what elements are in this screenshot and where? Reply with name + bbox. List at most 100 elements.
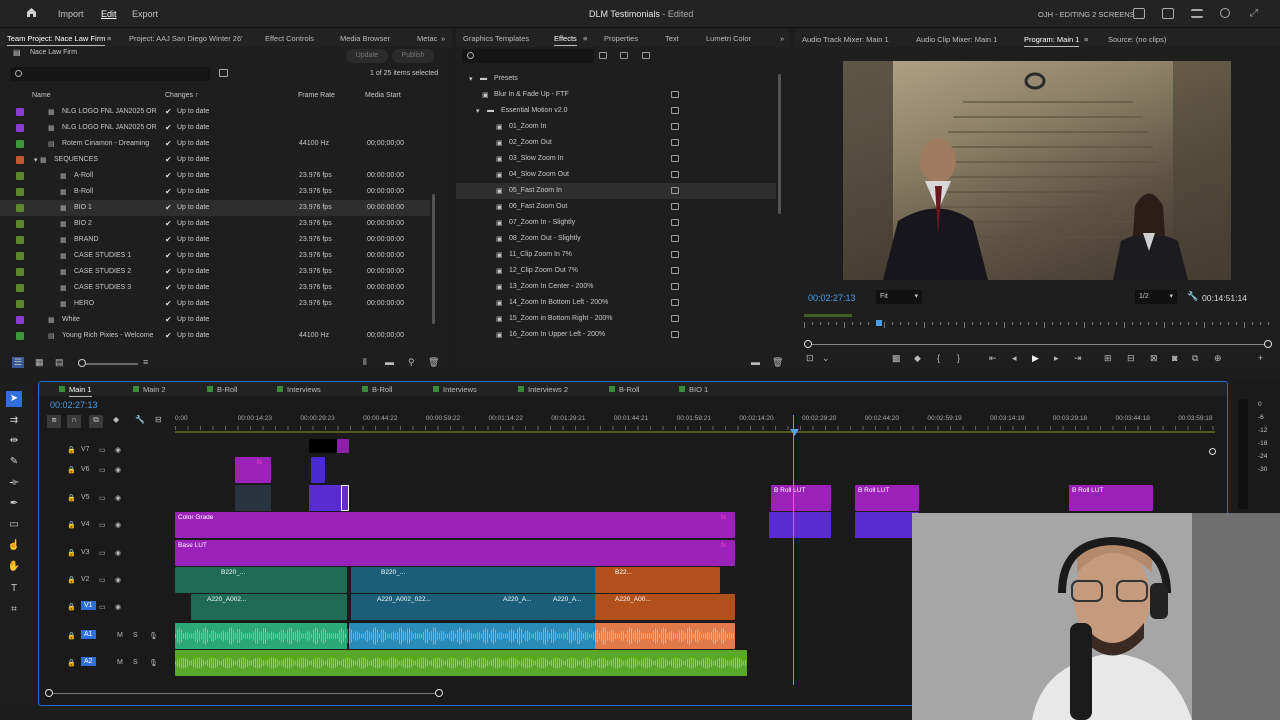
timeline-ruler[interactable]: 0:00 00:00:14:23 00:00:29:23 00:00:44:22 00:… xyxy=(175,415,1215,437)
project-row[interactable]: ▤ Rotem Cinamon - Dreaming ✔ Up to date 4410… xyxy=(0,136,430,152)
label-color-swatch[interactable] xyxy=(16,140,24,148)
clip-v1-a[interactable]: A220_A002... xyxy=(191,594,347,620)
slip-icon[interactable]: ⟛ xyxy=(6,475,22,491)
label-color-swatch[interactable] xyxy=(16,316,24,324)
lock-icon[interactable]: 🔒 xyxy=(67,632,76,640)
timeline-scrollbar[interactable] xyxy=(45,689,443,697)
effect-item[interactable]: ▣ 11_Clip Zoom In 7% xyxy=(456,247,776,263)
clip-v6-b[interactable] xyxy=(311,457,325,483)
menu-edit[interactable]: Edit xyxy=(101,9,117,19)
scrollbar[interactable] xyxy=(432,194,435,324)
new-bin-icon[interactable] xyxy=(219,69,228,77)
eye-icon[interactable]: ◉ xyxy=(115,521,121,529)
tab-menu-icon[interactable]: ≡ xyxy=(107,34,111,43)
search-icon[interactable] xyxy=(1220,8,1230,18)
project-row[interactable]: ▦ BRAND ✔ Up to date 23.976 fps 00:00:00:00 xyxy=(0,232,430,248)
linked-selection-icon[interactable]: ⧉ xyxy=(89,415,103,428)
tab-audio-track-mixer[interactable]: Audio Track Mixer: Main 1 xyxy=(802,35,889,44)
tab-project-aaj[interactable]: Project: AAJ San Diego Winter 26' xyxy=(129,34,243,43)
scrub-end-handle[interactable] xyxy=(1264,340,1272,348)
sync-lock-icon[interactable]: ▭ xyxy=(99,494,106,502)
timeline-tab[interactable]: B-Roll xyxy=(372,385,392,394)
project-row[interactable]: ▦ BIO 1 ✔ Up to date 23.976 fps 00:00:00:00 xyxy=(0,200,430,216)
eye-icon[interactable]: ◉ xyxy=(115,466,121,474)
mic-icon[interactable]: 🎙 xyxy=(149,632,158,640)
project-row[interactable]: ▦ BIO 2 ✔ Up to date 23.976 fps 00:00:00:00 xyxy=(0,216,430,232)
tab-graphics-templates[interactable]: Graphics Templates xyxy=(463,34,529,43)
find-icon[interactable]: ⚲ xyxy=(408,357,415,368)
track-label[interactable]: V5 xyxy=(81,494,90,501)
effect-item[interactable]: ▣ 13_Zoom In Center - 200% xyxy=(456,279,776,295)
program-timecode[interactable]: 00:02:27:13 xyxy=(808,293,856,303)
track-label[interactable]: V3 xyxy=(81,549,90,556)
scrub-start-handle[interactable] xyxy=(804,340,812,348)
freeform-view-icon[interactable]: ▤ xyxy=(55,357,64,368)
trim-icon[interactable]: ⊠ xyxy=(1150,353,1158,364)
tab-program[interactable]: Program: Main 1 xyxy=(1024,35,1080,47)
col-changes[interactable]: Changes ↑ xyxy=(165,92,198,99)
track-header[interactable]: 🔒 V2 ▭ ◉ xyxy=(39,567,173,594)
effect-item[interactable]: ▣ 01_Zoom In xyxy=(456,119,776,135)
extract-icon[interactable]: ▩ xyxy=(892,353,901,364)
new-bin-icon[interactable]: ▬ xyxy=(751,357,760,367)
chevron-down-icon[interactable]: ⌄ xyxy=(822,353,830,364)
timeline-tab[interactable]: B-Roll xyxy=(217,385,237,394)
effect-item[interactable]: ▣ 08_Zoom Out - Slightly xyxy=(456,231,776,247)
tab-source[interactable]: Source: (no clips) xyxy=(1108,35,1166,44)
nest-icon[interactable]: ⧈ xyxy=(47,415,61,428)
settings-wrench-icon[interactable]: 🔧 xyxy=(1187,291,1198,302)
project-row[interactable]: ▾ ▦ SEQUENCES ✔ Up to date xyxy=(0,152,430,168)
timeline-tab[interactable]: Main 2 xyxy=(143,385,166,394)
tab-properties[interactable]: Properties xyxy=(604,34,638,43)
track-header[interactable]: 🔒 A2 M S 🎙 xyxy=(39,650,173,677)
tab-effect-controls[interactable]: Effect Controls xyxy=(265,34,314,43)
label-color-swatch[interactable] xyxy=(16,108,24,116)
eye-icon[interactable]: ◉ xyxy=(115,576,121,584)
lock-icon[interactable]: 🔒 xyxy=(67,576,76,584)
razor-icon[interactable]: ✎ xyxy=(6,454,22,470)
mute-button[interactable]: M xyxy=(117,632,123,639)
project-row[interactable]: ▤ Young Rich Pixies - Welcome ✔ Up to date 4… xyxy=(0,328,430,340)
trash-icon[interactable]: 🗑 xyxy=(428,357,439,368)
accelerated-effects-icon[interactable] xyxy=(599,52,607,59)
type-icon[interactable]: T xyxy=(6,581,22,597)
menu-import[interactable]: Import xyxy=(58,9,84,19)
scroll-end-handle[interactable] xyxy=(435,689,443,697)
label-color-swatch[interactable] xyxy=(16,220,24,228)
workspace-label[interactable]: OJH - EDITING 2 SCREENS xyxy=(1038,10,1135,19)
project-row[interactable]: ▦ HERO ✔ Up to date 23.976 fps 00:00:00:00 xyxy=(0,296,430,312)
captions-icon[interactable]: ⊟ xyxy=(155,415,162,424)
tabs-overflow-icon[interactable]: » xyxy=(780,34,784,43)
clip-color-grade[interactable]: Color Grade fx xyxy=(175,512,735,538)
extract-edit-icon[interactable]: ⊟ xyxy=(1127,353,1135,364)
pen-icon[interactable]: ✒ xyxy=(6,496,22,512)
tab-text[interactable]: Text xyxy=(665,34,679,43)
caption-icon[interactable]: ⌗ xyxy=(6,602,22,618)
timeline-tab[interactable]: Main 1 xyxy=(69,385,92,397)
clip-v7[interactable] xyxy=(309,439,349,453)
label-color-swatch[interactable] xyxy=(16,284,24,292)
effect-item[interactable]: ▣ Blur In & Fade Up - FTF xyxy=(456,87,776,103)
sync-lock-icon[interactable]: ▭ xyxy=(99,603,106,611)
track-header[interactable]: 🔒 V3 ▭ ◉ xyxy=(39,540,173,567)
project-row[interactable]: ▦ NLG LOGO FNL JAN2025 OR ✔ Up to date xyxy=(0,120,430,136)
ripple-edit-icon[interactable]: ⇹ xyxy=(6,433,22,449)
effect-item[interactable]: ▣ 12_Clip Zoom Out 7% xyxy=(456,263,776,279)
clip-v4-broll-a[interactable] xyxy=(769,512,831,538)
compare-icon[interactable]: ⧉ xyxy=(1192,353,1198,364)
project-row[interactable]: ▦ White ✔ Up to date xyxy=(0,312,430,328)
effect-item[interactable]: ▣ 03_Slow Zoom In xyxy=(456,151,776,167)
new-bin-footer-icon[interactable]: ▬ xyxy=(385,357,394,367)
effect-item[interactable]: ▣ 16_Zoom In Upper Left - 200% xyxy=(456,327,776,343)
effect-item[interactable]: ▣ 14_Zoom In Bottom Left - 200% xyxy=(456,295,776,311)
timeline-tab[interactable]: Interviews xyxy=(287,385,321,394)
tab-audio-clip-mixer[interactable]: Audio Clip Mixer: Main 1 xyxy=(916,35,997,44)
zoom-slider-handle[interactable] xyxy=(78,359,86,367)
col-media-start[interactable]: Media Start xyxy=(365,92,401,99)
label-color-swatch[interactable] xyxy=(16,300,24,308)
track-label[interactable]: A1 xyxy=(81,630,96,639)
lock-icon[interactable]: 🔒 xyxy=(67,659,76,667)
snap-icon[interactable]: ∩ xyxy=(67,415,81,428)
label-color-swatch[interactable] xyxy=(16,268,24,276)
solo-button[interactable]: S xyxy=(133,659,138,666)
